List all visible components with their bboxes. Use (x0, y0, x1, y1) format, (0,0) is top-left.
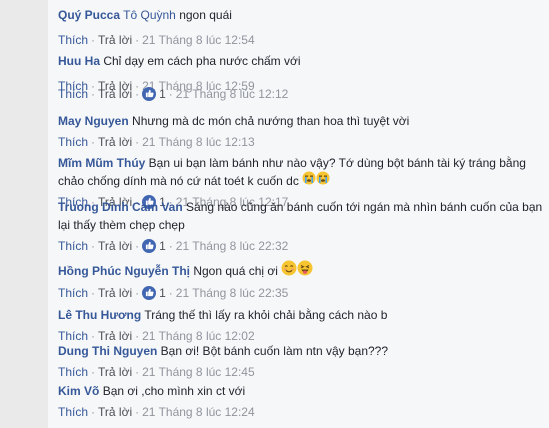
like-button[interactable]: Thích (58, 405, 88, 419)
comment-author[interactable]: Huu Ha (58, 54, 100, 68)
timestamp[interactable]: 21 Tháng 8 lúc 12:54 (142, 33, 255, 47)
comment-text: Bạn ơi! Bột bánh cuốn làm ntn vậy bạn??? (160, 344, 389, 358)
like-button[interactable]: Thích (58, 135, 88, 149)
timestamp[interactable]: 21 Tháng 8 lúc 22:32 (176, 239, 289, 253)
tagged-user[interactable]: Tô Quỳnh (123, 8, 176, 22)
timestamp[interactable]: 21 Tháng 8 lúc 12:24 (142, 405, 255, 419)
comment-author[interactable]: Kim Võ (58, 384, 99, 398)
thumbs-up-icon (142, 285, 157, 300)
comment-text: Nhưng mà dc món chả nướng than hoa thì t… (132, 114, 410, 128)
reply-button[interactable]: Trả lời (98, 329, 132, 343)
crying-emoji-icon (316, 171, 330, 190)
comment-text: Ngon quá chị ơi (193, 264, 278, 278)
reply-button[interactable]: Trả lời (98, 239, 132, 253)
comment-item: Thích · Trả lời · 1 · 21 Tháng 8 lúc 12:12 (58, 86, 289, 102)
reply-button[interactable]: Trả lời (98, 365, 132, 379)
comment-text: Chỉ dạy em cách pha nước chấm với (103, 54, 301, 68)
comment-author[interactable]: Dung Thi Nguyen (58, 344, 157, 358)
smile-emoji-icon (281, 260, 297, 281)
avatar-column (0, 0, 48, 428)
tongue-emoji-icon (297, 260, 313, 281)
timestamp[interactable]: 21 Tháng 8 lúc 12:02 (142, 329, 255, 343)
comment-text: Bạn ơi ,cho mình xin ct với (102, 384, 246, 398)
comment-item: Lê Thu Hương Tráng thế thì lấy ra khỏi c… (58, 308, 388, 343)
reply-button[interactable]: Trả lời (98, 135, 132, 149)
comment-text: Tráng thế thì lấy ra khỏi chải bằng cách… (144, 308, 388, 322)
like-button[interactable]: Thích (58, 87, 88, 101)
like-button[interactable]: Thích (58, 239, 88, 253)
comment-item: Kim Võ Bạn ơi ,cho mình xin ct với Thích… (58, 384, 255, 419)
reaction-count[interactable]: 1 (142, 86, 166, 102)
comment-item: Dung Thi Nguyen Bạn ơi! Bột bánh cuốn là… (58, 344, 389, 379)
crying-emoji-icon (302, 171, 316, 190)
timestamp[interactable]: 21 Tháng 8 lúc 22:35 (176, 286, 289, 300)
like-button[interactable]: Thích (58, 329, 88, 343)
reaction-count[interactable]: 1 (142, 238, 166, 254)
like-button[interactable]: Thích (58, 365, 88, 379)
thumbs-up-icon (142, 86, 157, 101)
like-button[interactable]: Thích (58, 286, 88, 300)
reply-button[interactable]: Trả lời (98, 33, 132, 47)
comment-item: Truong Dinh Cam Van Sáng nào cũng ăn bán… (58, 200, 543, 254)
comment-text: ngon quái (179, 8, 232, 22)
comment-item: May Nguyen Nhưng mà dc món chả nướng tha… (58, 114, 410, 149)
comment-author[interactable]: Mĩm Mũm Thúy (58, 156, 145, 170)
comment-author[interactable]: Lê Thu Hương (58, 308, 141, 322)
thumbs-up-icon (142, 238, 157, 253)
comment-author[interactable]: Hồng Phúc Nguyễn Thị (58, 264, 190, 278)
reply-button[interactable]: Trả lời (98, 87, 132, 101)
timestamp[interactable]: 21 Tháng 8 lúc 12:45 (142, 365, 255, 379)
comment-author[interactable]: May Nguyen (58, 114, 129, 128)
comment-item: Quý Pucca Tô Quỳnh ngon quái Thích · Trả l… (58, 8, 255, 47)
timestamp[interactable]: 21 Tháng 8 lúc 12:13 (142, 135, 255, 149)
reply-button[interactable]: Trả lời (98, 286, 132, 300)
comment-item: Hồng Phúc Nguyễn Thị Ngon quá chị ơi Thí… (58, 260, 545, 301)
reaction-count[interactable]: 1 (142, 285, 166, 301)
timestamp[interactable]: 21 Tháng 8 lúc 12:12 (176, 87, 289, 101)
comment-author[interactable]: Truong Dinh Cam Van (58, 200, 183, 214)
reply-button[interactable]: Trả lời (98, 405, 132, 419)
like-button[interactable]: Thích (58, 33, 88, 47)
comment-author[interactable]: Quý Pucca (58, 8, 120, 22)
